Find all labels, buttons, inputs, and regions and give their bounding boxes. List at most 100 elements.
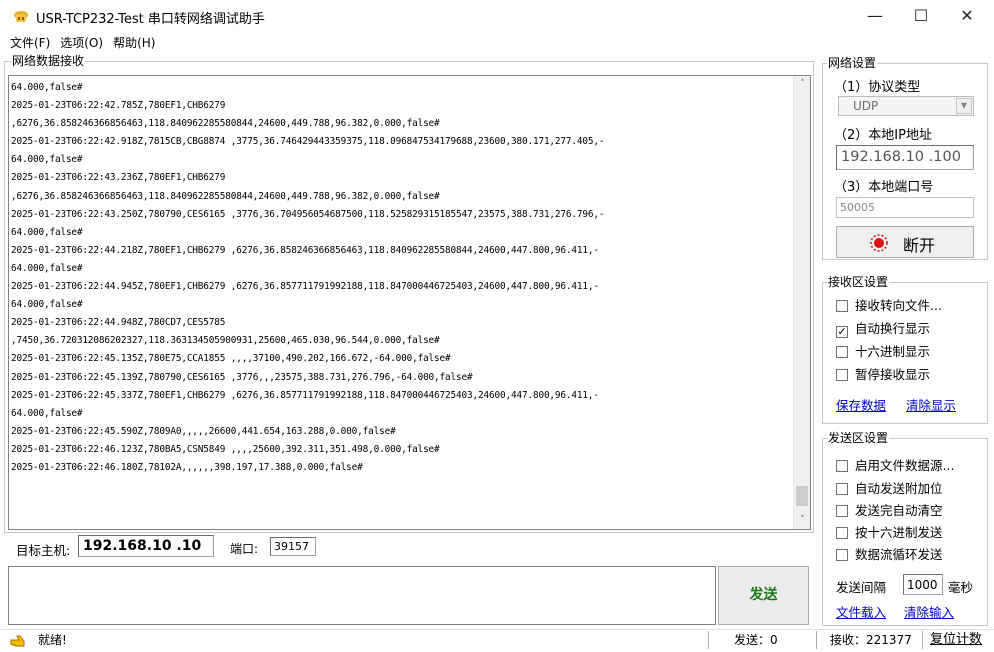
disconnect-button[interactable]: 断开 [836,226,974,258]
save-data-link[interactable]: 保存数据 [836,395,886,414]
chevron-down-icon[interactable]: ▼ [956,98,972,114]
scroll-up-icon[interactable]: ˄ [794,76,810,93]
option-label: 十六进制显示 [855,344,931,359]
loop-send-option[interactable]: 数据流循环发送 [836,546,943,564]
option-label: 数据流循环发送 [855,547,943,562]
checkbox[interactable] [836,346,848,358]
hex-send-option[interactable]: 按十六进制发送 [836,524,943,542]
option-label: 自动换行显示 [855,321,931,336]
clear-display-link[interactable]: 清除显示 [906,395,956,414]
receive-line: ,6276,36.858246366856463,118.84096228558… [11,190,440,202]
menu-options[interactable]: 选项(O) [60,34,103,51]
option-label: 自动发送附加位 [855,481,943,496]
scroll-down-icon[interactable]: ˅ [794,512,810,529]
receive-line: ,7450,36.720312086202327,118.36313450590… [11,335,440,347]
menu-bar: 文件(F) 选项(O) 帮助(H) [0,34,155,54]
protocol-value: UDP [853,99,879,113]
maximize-button[interactable]: ☐ [898,0,944,32]
file-source-option[interactable]: 启用文件数据源... [836,457,954,475]
scroll-thumb[interactable] [796,486,808,506]
target-port-value: 39157 [274,540,309,553]
status-divider [816,631,817,649]
checkbox[interactable] [836,369,848,381]
checkbox[interactable] [836,549,848,561]
receive-line: 2025-01-23T06:22:44.945Z,780EF1,CHB6279 … [11,281,599,293]
receive-line: 2025-01-23T06:22:45.337Z,780EF1,CHB6279 … [11,389,599,401]
checkbox[interactable] [836,505,848,517]
send-textarea[interactable] [8,566,716,625]
receive-line: 64.000,false# [11,262,83,274]
local-port-label: （3）本地端口号 [834,180,934,195]
checkbox[interactable] [836,527,848,539]
ip-field[interactable]: 192.168.10 .100 [836,145,974,170]
record-icon [870,234,888,252]
auto-wrap-option[interactable]: ✓ 自动换行显示 [836,320,930,338]
window-title: USR-TCP232-Test 串口转网络调试助手 [36,12,265,27]
receive-line: 2025-01-23T06:22:46.180Z,78102A,,,,,,398… [11,461,363,473]
recv-to-file-option[interactable]: 接收转向文件... [836,297,942,315]
network-settings-title: 网络设置 [827,56,878,70]
receive-lines: 64.000,false# 2025-01-23T06:22:42.785Z,78… [11,79,792,477]
receive-line: 2025-01-23T06:22:46.123Z,780BA5,CSN5849 … [11,443,440,455]
clear-input-link[interactable]: 清除输入 [904,602,954,621]
local-port-value: 50005 [840,201,875,214]
receive-line: 64.000,false# [11,407,83,419]
receive-scrollbar[interactable]: ˄ ˅ [793,76,810,529]
option-label: 暂停接收显示 [855,367,931,382]
checkbox-checked[interactable]: ✓ [836,326,848,338]
receive-line: 2025-01-23T06:22:44.218Z,780EF1,CHB6279 … [11,244,599,256]
receive-line: 2025-01-23T06:22:44.948Z,780CD7,CES5785 [11,317,226,329]
minimize-button[interactable]: — [852,0,898,32]
option-label: 接收转向文件... [855,298,942,313]
receive-line: 64.000,false# [11,154,83,166]
ip-value: 192.168.10 .100 [841,149,961,165]
receive-line: 2025-01-23T06:22:42.918Z,7815CB,CBG8874 … [11,136,605,148]
ip-label: （2）本地IP地址 [834,128,932,143]
receive-textarea[interactable]: 64.000,false# 2025-01-23T06:22:42.785Z,78… [8,75,811,530]
target-port-field[interactable]: 39157 [270,537,316,556]
receive-line: 2025-01-23T06:22:42.785Z,780EF1,CHB6279 [11,100,226,112]
send-button[interactable]: 发送 [718,566,809,625]
receive-settings-title: 接收区设置 [827,275,890,289]
interval-label: 发送间隔 [836,580,887,595]
interval-value: 1000 [907,578,938,592]
checkbox[interactable] [836,300,848,312]
menu-help[interactable]: 帮助(H) [113,34,155,51]
close-button[interactable]: ✕ [944,0,990,32]
interval-field[interactable]: 1000 [903,574,943,595]
receive-group-title: 网络数据接收 [11,54,86,68]
receive-line: 2025-01-23T06:22:45.590Z,7809A0,,,,,2660… [11,425,396,437]
receive-line: 64.000,false# [11,299,83,311]
protocol-label: （1）协议类型 [834,80,921,95]
status-divider [922,631,923,649]
option-label: 发送完自动清空 [855,503,943,518]
protocol-select[interactable]: UDP ▼ [838,96,974,116]
checkbox[interactable] [836,460,848,472]
load-file-link[interactable]: 文件载入 [836,602,886,621]
reset-count-button[interactable]: 复位计数 [930,631,982,651]
option-label: 按十六进制发送 [855,525,943,540]
hex-display-option[interactable]: 十六进制显示 [836,343,930,361]
receive-line: 2025-01-23T06:22:43.236Z,780EF1,CHB6279 [11,172,226,184]
receive-line: ,6276,36.858246366856463,118.84096228558… [11,118,440,130]
status-ready: 就绪! [38,633,67,647]
status-divider [708,631,709,649]
target-port-label: 端口: [230,542,259,556]
interval-unit: 毫秒 [948,580,974,595]
status-received: 接收：221377 [830,633,912,647]
append-bit-option[interactable]: 自动发送附加位 [836,480,943,498]
checkbox[interactable] [836,483,848,495]
receive-line: 2025-01-23T06:22:43.250Z,780790,CES6165 … [11,208,605,220]
option-label: 启用文件数据源... [855,458,955,473]
pause-display-option[interactable]: 暂停接收显示 [836,366,930,384]
menu-file[interactable]: 文件(F) [10,34,50,51]
local-port-field[interactable]: 50005 [836,197,974,218]
status-sent: 发送：0 [734,633,778,647]
target-host-label: 目标主机: [16,543,71,558]
app-icon [14,11,28,22]
pointing-hand-icon [10,635,25,647]
auto-clear-option[interactable]: 发送完自动清空 [836,502,943,520]
target-host-field[interactable]: 192.168.10 .10 [78,535,214,557]
receive-line: 2025-01-23T06:22:45.139Z,780790,CES6165 … [11,371,473,383]
disconnect-label: 断开 [903,236,936,255]
